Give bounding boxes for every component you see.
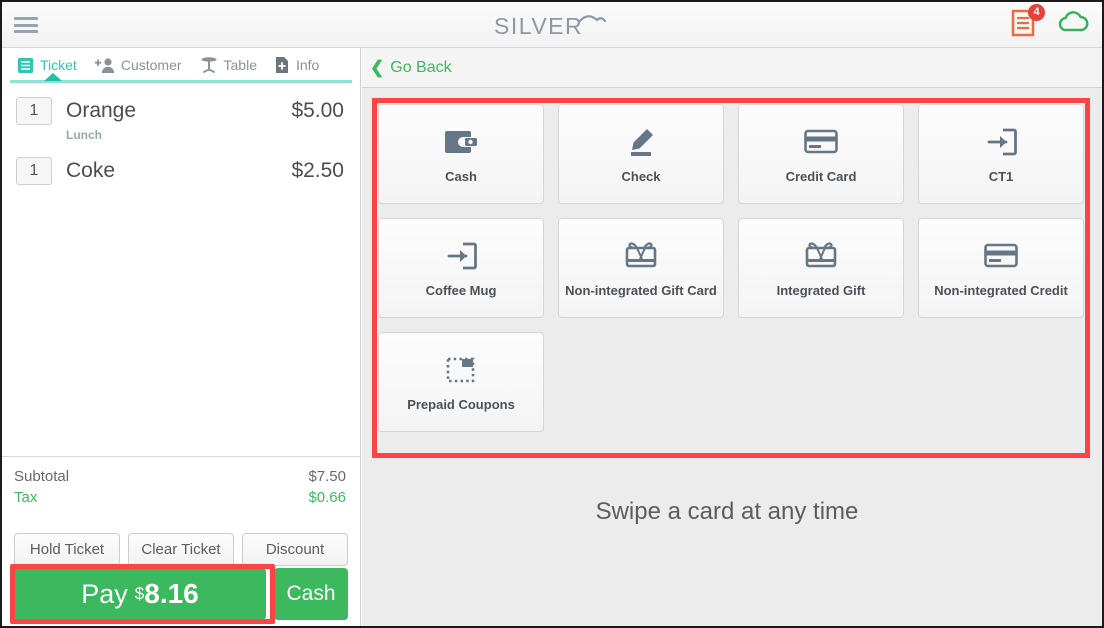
tender-credit-card[interactable]: Credit Card [738,104,904,204]
discount-button[interactable]: Discount [242,533,348,566]
ticket-panel: Ticket Customer Table Info 1 Orange $5.0… [2,48,361,626]
tender-panel: ❮ Go Back Cash Check Credit Card CT1 Cof… [362,48,1102,626]
tender-label: Cash [445,168,477,184]
tender-label: Coffee Mug [425,282,497,298]
hold-ticket-button[interactable]: Hold Ticket [14,533,120,566]
ticket-icon [18,57,33,73]
arrow-into-box-icon [445,239,477,273]
tax-value: $0.66 [308,489,346,506]
cloud-icon [1058,10,1089,31]
tender-label: Integrated Gift [776,282,866,298]
item-quantity[interactable]: 1 [16,97,52,125]
tender-label: Non-integrated Credit [934,282,1068,298]
pencil-signature-icon [625,125,657,159]
clear-ticket-button[interactable]: Clear Ticket [128,533,234,566]
pay-currency: $ [134,584,145,603]
top-bar: SILVER 4 [2,2,1102,48]
item-modifier: Lunch [66,128,102,142]
table-icon [201,57,217,73]
ticket-totals: Subtotal $7.50 Tax $0.66 [2,456,360,514]
tender-prepaid-coupons[interactable]: Prepaid Coupons [378,332,544,432]
tab-table[interactable]: Table [191,50,266,80]
subtotal-value: $7.50 [308,468,346,485]
dashed-coupon-icon [445,353,477,387]
subtotal-label: Subtotal [14,468,70,485]
pos-app-window: SILVER 4 Ticket Customer Table Info 1 Or… [0,0,1104,628]
cloud-sync-button[interactable] [1056,9,1090,40]
tab-customer-label: Customer [120,57,182,73]
go-back-label: Go Back [390,58,452,76]
list-item[interactable]: 1 Orange $5.00 Lunch [2,88,360,148]
chevron-left-icon: ❮ [370,57,385,77]
item-name: Coke [66,159,116,182]
tab-info-label: Info [295,57,320,73]
tender-label: Check [621,168,661,184]
tax-row: Tax $0.66 [14,487,346,508]
ticket-action-buttons: Hold Ticket Clear Ticket Discount [2,533,360,566]
tender-grid: Cash Check Credit Card CT1 Coffee Mug No… [378,104,1084,432]
ticket-tab-bar: Ticket Customer Table Info [2,48,360,83]
list-item[interactable]: 1 Coke $2.50 [2,148,360,187]
item-price: $2.50 [291,159,344,182]
tab-info[interactable]: Info [266,50,328,80]
add-person-icon [94,57,115,73]
receipt-badge: 4 [1028,4,1045,21]
arrow-into-box-icon [985,125,1017,159]
silver-logo: SILVER [2,10,1102,40]
ticket-item-list: 1 Orange $5.00 Lunch 1 Coke $2.50 [2,88,360,443]
pay-bar: Pay $ 8.16 Cash [2,568,360,620]
tab-customer[interactable]: Customer [86,50,191,80]
tab-table-label: Table [223,57,257,73]
tax-label: Tax [14,489,38,506]
item-price: $5.00 [291,99,344,122]
tender-non-integrated-gift-card[interactable]: Non-integrated Gift Card [558,218,724,318]
tender-label: CT1 [988,168,1014,184]
subtotal-row: Subtotal $7.50 [14,466,346,487]
wallet-icon [444,125,478,159]
tab-ticket-label: Ticket [40,57,77,73]
tender-non-integrated-credit[interactable]: Non-integrated Credit [918,218,1084,318]
tab-active-indicator [44,73,62,81]
pay-label: Pay [81,578,128,609]
swipe-hint-text: Swipe a card at any time [595,498,859,525]
tender-ct1[interactable]: CT1 [918,104,1084,204]
go-back-button[interactable]: ❮ Go Back [362,48,1102,88]
svg-text:SILVER: SILVER [494,13,583,39]
tender-label: Non-integrated Gift Card [565,282,717,298]
tender-label: Credit Card [785,168,857,184]
top-right-icons: 4 [1010,4,1090,40]
tender-cash[interactable]: Cash [378,104,544,204]
pay-button[interactable]: Pay $ 8.16 [14,568,266,620]
gift-card-icon [624,239,658,273]
tender-label: Prepaid Coupons [407,396,515,412]
tender-check[interactable]: Check [558,104,724,204]
tender-coffee-mug[interactable]: Coffee Mug [378,218,544,318]
silver-wordmark-icon: SILVER [494,13,607,39]
credit-card-icon [984,239,1018,273]
item-name: Orange [66,99,137,122]
pay-amount: 8.16 [144,578,199,609]
gift-card-icon [804,239,838,273]
item-quantity[interactable]: 1 [16,157,52,185]
cash-quick-button[interactable]: Cash [274,568,348,620]
tender-integrated-gift[interactable]: Integrated Gift [738,218,904,318]
document-plus-icon [275,57,288,73]
open-tickets-button[interactable]: 4 [1010,4,1045,40]
credit-card-icon [804,125,838,159]
